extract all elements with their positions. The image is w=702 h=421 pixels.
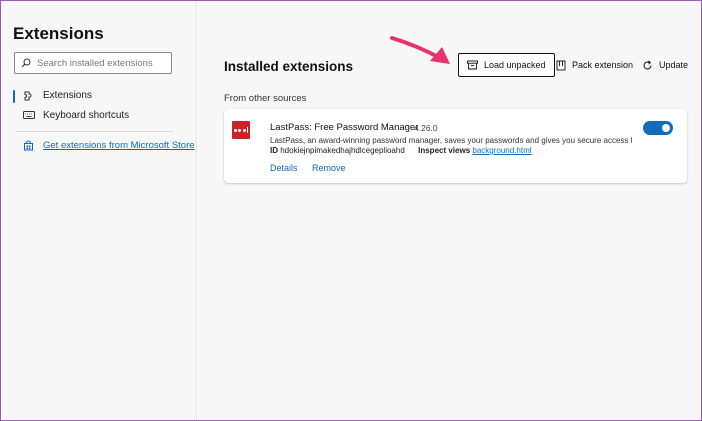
update-label: Update: [659, 60, 689, 70]
sidebar-divider: [15, 131, 173, 132]
refresh-icon: [643, 60, 652, 69]
update-button[interactable]: Update: [642, 53, 688, 77]
search-input[interactable]: [37, 57, 167, 69]
sidebar-item-extensions[interactable]: Extensions: [1, 87, 196, 105]
search-icon: [21, 58, 31, 68]
pack-extension-button[interactable]: Pack extension: [556, 53, 633, 77]
page-title: Installed extensions: [224, 59, 354, 74]
sidebar-item-label: Keyboard shortcuts: [43, 110, 130, 121]
store-link[interactable]: Get extensions from Microsoft Store: [1, 138, 196, 154]
extension-id-value: hdokiejnpimakedhajhdlcegeplioahd: [280, 146, 405, 155]
active-indicator: [13, 90, 15, 103]
package-icon: [556, 60, 566, 70]
annotation-arrow-icon: [390, 36, 450, 64]
search-box[interactable]: [14, 52, 172, 74]
inspect-views-label: Inspect views: [418, 146, 471, 155]
remove-link[interactable]: Remove: [312, 163, 346, 173]
extension-name: LastPass: Free Password Manager: [270, 122, 419, 133]
load-unpacked-label: Load unpacked: [484, 60, 546, 70]
inspect-background-link[interactable]: background.html: [472, 146, 531, 155]
pack-extension-label: Pack extension: [572, 60, 634, 70]
store-link-label[interactable]: Get extensions from Microsoft Store: [43, 140, 195, 151]
extension-id-label: ID: [270, 146, 278, 155]
details-link[interactable]: Details: [270, 163, 298, 173]
extension-enable-toggle[interactable]: [643, 121, 673, 135]
keyboard-icon: [23, 111, 35, 119]
card-actions: Details Remove: [270, 163, 358, 173]
toggle-knob: [662, 124, 670, 132]
extension-card: LastPass: Free Password Manager 4.26.0 L…: [224, 109, 687, 183]
store-icon: [24, 140, 33, 151]
load-unpacked-button[interactable]: Load unpacked: [458, 53, 555, 77]
sidebar-item-label: Extensions: [43, 90, 92, 101]
puzzle-icon: [24, 91, 32, 101]
section-label: From other sources: [224, 93, 307, 104]
lastpass-logo-icon: [232, 121, 250, 139]
extension-description: LastPass, an award-winning password mana…: [270, 136, 632, 145]
folder-open-icon: [467, 60, 478, 70]
sidebar: Extensions Extensions Keyboard shortcuts: [1, 1, 197, 420]
sidebar-title: Extensions: [13, 24, 104, 43]
sidebar-item-keyboard-shortcuts[interactable]: Keyboard shortcuts: [1, 107, 196, 125]
extension-id-row: ID hdokiejnpimakedhajhdlcegeplioahd Insp…: [270, 146, 532, 155]
extension-version: 4.26.0: [414, 123, 438, 133]
